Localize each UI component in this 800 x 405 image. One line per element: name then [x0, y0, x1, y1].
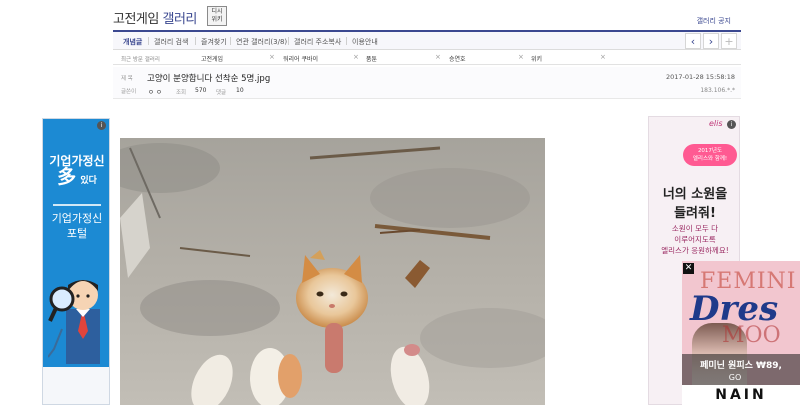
close-icon[interactable]: × — [353, 53, 359, 61]
page: 고전게임 갤러리 디시 위키 갤러리 공지 개념글 갤러리 검색 즐겨찾기 연관… — [0, 0, 800, 405]
mascot-illustration — [48, 280, 100, 364]
gallery-title-blue: 갤러리 — [162, 12, 197, 27]
overlay-bg-word2: MOO — [722, 323, 781, 348]
left-banner-ad[interactable]: i 기업가정신 多 있다 기업가정신 포털 — [42, 118, 110, 405]
nav-separator — [195, 37, 196, 45]
recent-galleries-bar: 최근 방문 갤러리 고전게임 × 워리어 쿠바이 × 품툰 × 승연호 × 위키… — [113, 52, 741, 65]
ad-headline-small: 있다 — [80, 176, 97, 186]
ad-divider — [53, 204, 101, 206]
ad-sub-line1: 소원이 모두 다 — [671, 224, 719, 233]
ad-subline: 기업가정신 포털 — [43, 211, 109, 241]
ad-banner-line2: 엘리스와 함께! — [692, 156, 728, 162]
ad-sub-line3: 엘리스가 응원하께요! — [661, 246, 729, 255]
gallery-title-dark: 고전게임 — [113, 12, 159, 27]
writer-label: 글쓴이 — [121, 89, 137, 95]
nav-separator — [230, 37, 231, 45]
recent-galleries-label: 최근 방문 갤러리 — [121, 57, 160, 63]
gallery-notice-link[interactable]: 갤러리 공지 — [697, 16, 731, 26]
nav-item-gallery-search[interactable]: 갤러리 검색 — [154, 37, 188, 47]
recent-gallery-item[interactable]: 승연호 — [449, 54, 466, 63]
writer-ip: 183.106.*.* — [700, 87, 735, 94]
gallery-header: 고전게임 갤러리 디시 위키 갤러리 공지 — [113, 6, 741, 28]
nav-separator — [148, 37, 149, 45]
ad-logo: elis — [709, 119, 723, 128]
gallery-nav-bar: 개념글 갤러리 검색 즐겨찾기 연관 갤러리(3/8) 갤러리 주소복사 이용안… — [113, 30, 741, 50]
nav-separator — [288, 37, 289, 45]
overlay-go-link[interactable]: GO — [682, 373, 788, 382]
comments-count[interactable]: 10 — [236, 87, 244, 94]
post-title: 고양이 분양합니다 선착순 5명.jpg — [147, 74, 271, 84]
close-icon[interactable]: ✕ — [683, 263, 694, 274]
post-writer[interactable]: ㅇㅇ — [148, 86, 164, 96]
wiki-badge-line2: 위키 — [211, 16, 223, 23]
ad-banner-line1: 2017년도 — [697, 148, 723, 154]
plus-icon[interactable]: + — [721, 33, 737, 49]
gallery-title[interactable]: 고전게임 갤러리 — [113, 8, 197, 27]
views-label: 조회 — [176, 90, 187, 96]
wiki-badge[interactable]: 디시 위키 — [207, 6, 227, 26]
wiki-badge-line1: 디시 — [211, 8, 223, 15]
recent-gallery-item[interactable]: 위키 — [531, 54, 542, 63]
close-icon[interactable]: × — [518, 53, 524, 61]
ad-sub-copy: 소원이 모두 다 이루어지도록 엘리스가 응원하께요! — [649, 223, 739, 256]
subject-label: 제 목 — [121, 76, 133, 82]
close-icon[interactable]: × — [600, 53, 606, 61]
ad-headline-big: 多 — [57, 166, 77, 188]
ad-headline: 기업가정신 多 있다 — [43, 153, 109, 189]
ad-banner-pill: 2017년도 엘리스와 함께! — [683, 144, 737, 166]
overlay-brand: NAIN — [682, 385, 800, 405]
info-icon[interactable]: i — [97, 121, 106, 130]
close-icon[interactable]: × — [435, 53, 441, 61]
ad-main-line2: 들려줘! — [674, 206, 716, 221]
close-icon[interactable]: × — [269, 53, 275, 61]
overlay-caption: 페미닌 원피스 ₩89, — [700, 361, 782, 371]
ad-sub-line2: 이루어지도록 — [674, 235, 716, 244]
nav-item-recommended[interactable]: 개념글 — [123, 37, 142, 47]
views-count: 570 — [195, 87, 207, 94]
nav-item-guide[interactable]: 이용안내 — [352, 37, 378, 47]
post-date: 2017-01-28 15:58:18 — [665, 73, 735, 81]
ad-headline-line1: 기업가정신 — [49, 154, 105, 168]
chevron-left-icon[interactable]: ‹ — [685, 33, 701, 49]
comments-label: 댓글 — [216, 90, 227, 96]
recent-gallery-item[interactable]: 워리어 쿠바이 — [283, 54, 318, 63]
ad-main-line1: 너의 소원을 — [662, 187, 728, 202]
overlay-popup-ad[interactable]: FEMINI Dres MOO 페미닌 원피스 ₩89, GO NAIN — [682, 261, 800, 405]
chevron-right-icon[interactable]: › — [703, 33, 719, 49]
post-image[interactable] — [120, 138, 545, 405]
info-icon[interactable]: i — [727, 120, 736, 129]
post-header: 제 목 고양이 분양합니다 선착순 5명.jpg 2017-01-28 15:5… — [113, 67, 741, 99]
ad-main-copy: 너의 소원을 들려줘! — [649, 185, 739, 223]
recent-gallery-item[interactable]: 품툰 — [366, 54, 377, 63]
nav-separator — [346, 37, 347, 45]
recent-gallery-item[interactable]: 고전게임 — [201, 54, 223, 63]
nav-item-favorites[interactable]: 즐겨찾기 — [201, 37, 227, 47]
ad-sub-line1: 기업가정신 — [51, 212, 103, 225]
ad-footer — [43, 367, 109, 404]
nav-item-copy-address[interactable]: 갤러리 주소복사 — [294, 37, 341, 47]
nav-item-related-galleries[interactable]: 연관 갤러리(3/8) — [236, 37, 287, 47]
ad-sub-line2: 포털 — [66, 227, 88, 240]
